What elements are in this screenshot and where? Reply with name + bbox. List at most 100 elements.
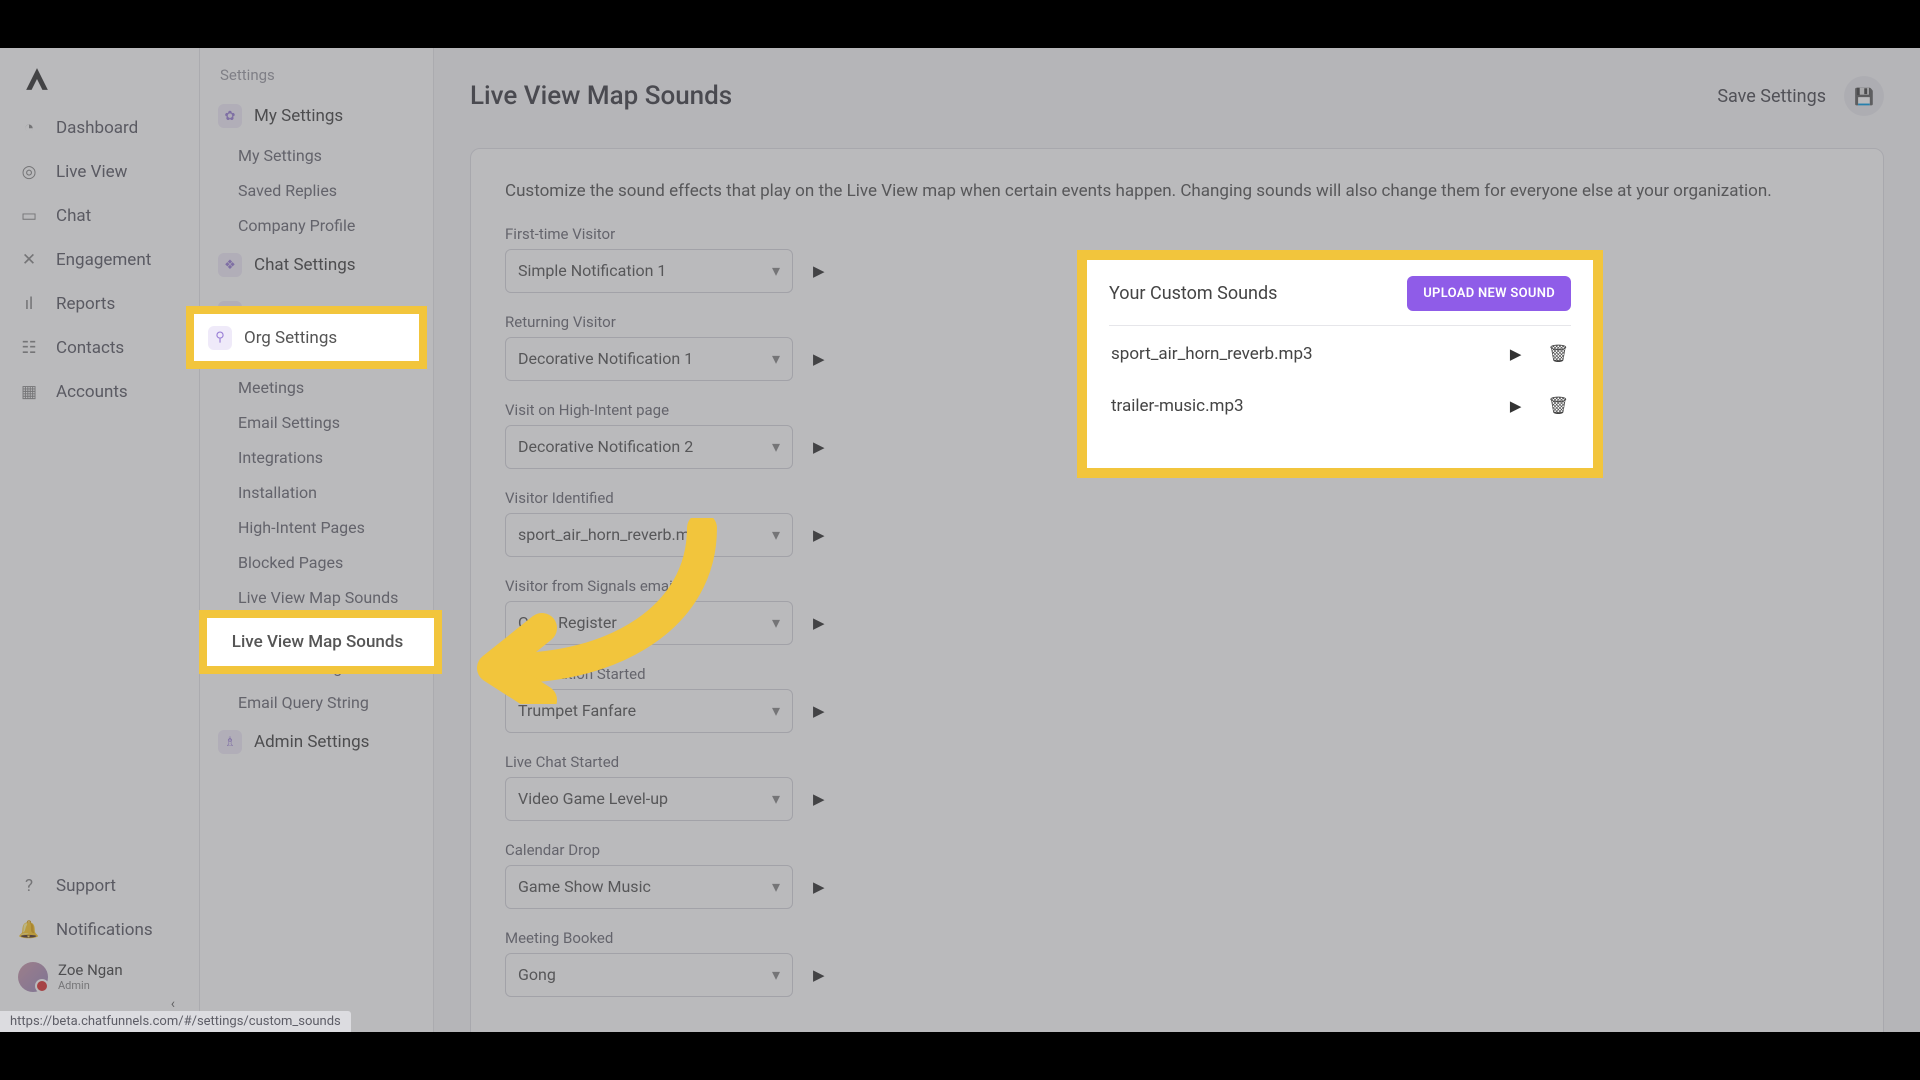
nav-notifications[interactable]: 🔔Notifications xyxy=(0,908,199,952)
section-title: My Settings xyxy=(254,106,343,126)
sound-select-value: Decorative Notification 2 xyxy=(518,437,693,456)
chevron-down-icon: ▾ xyxy=(772,349,780,368)
sound-select[interactable]: Decorative Notification 2 ▾ xyxy=(505,425,793,469)
nav-chat[interactable]: ▭ Chat xyxy=(0,194,199,238)
sound-select[interactable]: Decorative Notification 1 ▾ xyxy=(505,337,793,381)
sound-field: Meeting BookedGong▾▶ xyxy=(505,929,1065,997)
delete-icon[interactable]: 🗑 xyxy=(1547,396,1569,416)
accounts-icon: ▦ xyxy=(18,382,40,402)
chevron-down-icon: ▾ xyxy=(772,877,780,896)
settings-heading: Settings xyxy=(200,62,433,94)
sound-row: Game Show Music ▾ ▶ xyxy=(505,865,1065,909)
sound-select-value: Gong xyxy=(518,965,556,984)
play-icon[interactable]: ▶ xyxy=(813,526,825,544)
sound-select[interactable]: sport_air_horn_reverb.mp3▾ xyxy=(505,513,793,557)
play-icon[interactable]: ▶ xyxy=(813,878,825,896)
sound-select-value: Trumpet Fanfare xyxy=(518,701,636,720)
main-content: Live View Map Sounds Save Settings 💾 Cus… xyxy=(434,48,1920,1032)
sound-select[interactable]: Gong▾ xyxy=(505,953,793,997)
save-label: Save Settings xyxy=(1717,86,1826,107)
sub-meetings[interactable]: Meetings xyxy=(200,370,433,405)
section-admin-settings[interactable]: ♗Admin Settings xyxy=(200,720,433,764)
sub-my-settings[interactable]: My Settings xyxy=(200,138,433,173)
sound-select-value: Game Show Music xyxy=(518,877,651,896)
sound-event-label: Returning Visitor xyxy=(505,313,1065,331)
custom-sound-row: trailer-music.mp3 ▶ 🗑 xyxy=(1109,372,1571,424)
nav-reports[interactable]: ılReports xyxy=(0,282,199,326)
sound-field: Visitor Identified sport_air_horn_reverb.… xyxy=(505,489,1065,557)
nav-main: ◔Dashboard ◎Live View ▭Chat ✕Engagement … xyxy=(0,48,200,1032)
play-icon[interactable]: ▶ xyxy=(813,438,825,456)
nav-label: Accounts xyxy=(56,382,128,402)
highlight-org-settings[interactable]: ⚲ Org Settings xyxy=(186,306,427,369)
sub-installation[interactable]: Installation xyxy=(200,475,433,510)
sub-email-settings[interactable]: Email Settings xyxy=(200,405,433,440)
nav-support[interactable]: ? Support xyxy=(0,864,199,908)
nav-liveview[interactable]: ◎Live View xyxy=(0,150,199,194)
custom-sounds-title: Your Custom Sounds xyxy=(1109,283,1277,304)
nav-label: Chat xyxy=(56,206,91,226)
nav-user[interactable]: Zoe Ngan Admin xyxy=(0,952,199,1002)
org-icon: ⚲ xyxy=(208,326,232,350)
sound-select[interactable]: Game Show Music ▾ xyxy=(505,865,793,909)
sound-events-column: First-time Visitor Simple Notification 1▾… xyxy=(505,225,1065,1017)
page-header: Live View Map Sounds Save Settings 💾 xyxy=(470,76,1884,116)
highlight-live-view-sounds[interactable]: Live View Map Sounds xyxy=(199,610,442,674)
sound-event-label: First-time Visitor xyxy=(505,225,1065,243)
play-icon[interactable]: ▶ xyxy=(813,350,825,368)
custom-sound-row: sport_air_horn_reverb.mp3 ▶ 🗑 xyxy=(1109,326,1571,372)
sound-field: Calendar DropGame Show Music▾▶ xyxy=(505,841,1065,909)
chevron-down-icon: ▾ xyxy=(772,701,780,720)
sound-select[interactable]: Video Game Level-up▾ xyxy=(505,777,793,821)
help-icon: ? xyxy=(18,876,40,896)
sound-row: Video Game Level-up▾ ▶ xyxy=(505,777,1065,821)
sub-saved-replies[interactable]: Saved Replies xyxy=(200,173,433,208)
chat-icon: ▭ xyxy=(18,206,40,226)
sound-event-label: Visitor Identified xyxy=(505,489,1065,507)
avatar xyxy=(18,962,48,992)
sub-company-profile[interactable]: Company Profile xyxy=(200,208,433,243)
nav-footer: ? Support 🔔Notifications Zoe Ngan Admin xyxy=(0,864,199,1032)
section-chat-settings[interactable]: ❖Chat Settings xyxy=(200,243,433,287)
sound-select-value: Decorative Notification 1 xyxy=(518,349,693,368)
sound-field: Visit on High-Intent pageDecorative Noti… xyxy=(505,401,1065,469)
play-icon[interactable]: ▶ xyxy=(813,262,825,280)
nav-engagement[interactable]: ✕Engagement xyxy=(0,238,199,282)
nav-accounts[interactable]: ▦ Accounts xyxy=(0,370,199,414)
play-icon[interactable]: ▶ xyxy=(813,966,825,984)
contacts-icon: ☷ xyxy=(18,338,40,358)
nav-contacts[interactable]: ☷Contacts xyxy=(0,326,199,370)
collapse-nav-icon[interactable]: ‹ xyxy=(171,996,175,1012)
sound-row: Decorative Notification 2 ▾ ▶ xyxy=(505,425,1065,469)
play-icon[interactable]: ▶ xyxy=(813,702,825,720)
play-icon[interactable]: ▶ xyxy=(813,614,825,632)
play-icon[interactable]: ▶ xyxy=(1510,345,1522,363)
custom-sound-name: trailer-music.mp3 xyxy=(1111,396,1244,416)
nav-label: Support xyxy=(56,876,116,896)
engagement-icon: ✕ xyxy=(18,250,40,270)
save-button[interactable]: 💾 xyxy=(1844,76,1884,116)
sound-select[interactable]: Cash Register▾ xyxy=(505,601,793,645)
sound-field: Returning Visitor Decorative Notification… xyxy=(505,313,1065,381)
dashboard-icon: ◔ xyxy=(18,118,40,138)
page-description: Customize the sound effects that play on… xyxy=(505,179,1849,205)
chevron-down-icon: ▾ xyxy=(772,437,780,456)
sound-select[interactable]: Simple Notification 1▾ xyxy=(505,249,793,293)
page-title: Live View Map Sounds xyxy=(470,81,732,111)
sub-blocked[interactable]: Blocked Pages xyxy=(200,545,433,580)
user-name: Zoe Ngan xyxy=(58,962,123,979)
save-icon: 💾 xyxy=(1854,87,1874,106)
nav-dashboard[interactable]: ◔Dashboard xyxy=(0,106,199,150)
delete-icon[interactable]: 🗑 xyxy=(1547,344,1569,364)
section-my-settings[interactable]: ✿My Settings xyxy=(200,94,433,138)
sub-email-query[interactable]: Email Query String xyxy=(200,685,433,720)
play-icon[interactable]: ▶ xyxy=(813,790,825,808)
sub-integrations[interactable]: Integrations xyxy=(200,440,433,475)
upload-new-sound-button[interactable]: UPLOAD NEW SOUND xyxy=(1407,276,1571,311)
sound-row: Trumpet Fanfare ▾ ▶ xyxy=(505,689,1065,733)
sound-event-label: Conversation Started xyxy=(505,665,1065,683)
logo-icon xyxy=(24,66,50,92)
sub-high-intent[interactable]: High-Intent Pages xyxy=(200,510,433,545)
sound-select[interactable]: Trumpet Fanfare ▾ xyxy=(505,689,793,733)
play-icon[interactable]: ▶ xyxy=(1510,397,1522,415)
